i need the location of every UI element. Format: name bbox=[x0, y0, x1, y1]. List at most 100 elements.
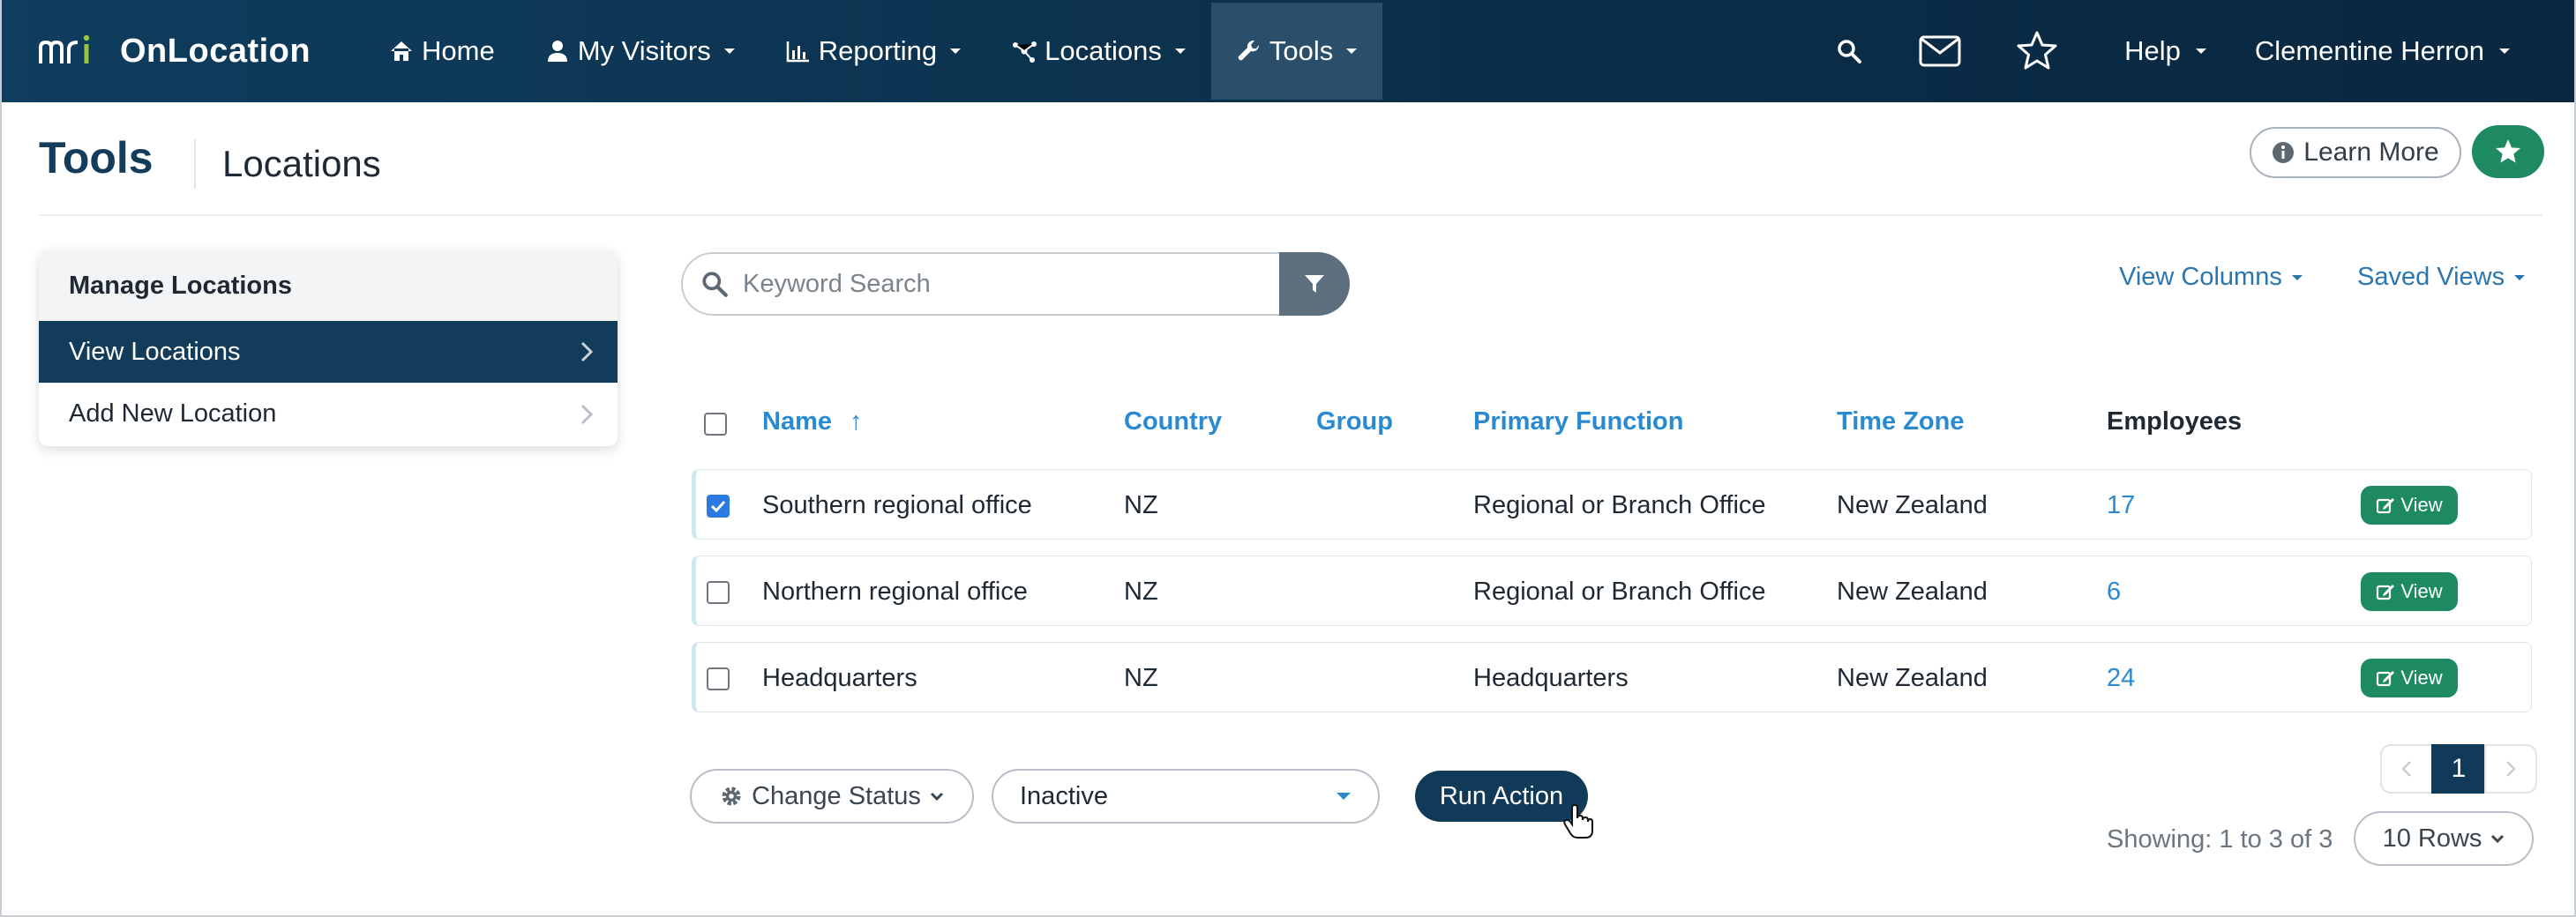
column-header-group[interactable]: Group bbox=[1316, 407, 1393, 436]
table-row[interactable]: Northern regional office NZ Regional or … bbox=[692, 555, 2532, 626]
nav-tools[interactable]: Tools bbox=[1210, 3, 1383, 100]
main-nav: Home My Visitors Reporting Locations Too… bbox=[363, 0, 1383, 102]
brand[interactable]: OnLocation bbox=[37, 33, 346, 71]
nav-my-visitors-label: My Visitors bbox=[577, 35, 711, 66]
status-select-value: Inactive bbox=[1020, 781, 1108, 810]
help-label: Help bbox=[2124, 35, 2181, 66]
view-row-button[interactable]: View bbox=[2361, 486, 2458, 525]
sidebar-panel: Manage Locations View Locations Add New … bbox=[39, 250, 618, 446]
header-divider bbox=[39, 214, 2542, 216]
showing-count: Showing: 1 to 3 of 3 bbox=[2107, 825, 2333, 854]
table-row[interactable]: Headquarters NZ Headquarters New Zealand… bbox=[692, 642, 2532, 712]
brand-name: OnLocation bbox=[120, 32, 311, 70]
sidebar-item-label: View Locations bbox=[69, 337, 241, 366]
status-select[interactable]: Inactive bbox=[992, 769, 1380, 824]
favorites-button[interactable] bbox=[1988, 0, 2086, 102]
row-checkbox[interactable] bbox=[707, 495, 730, 518]
cell-primary-function: Regional or Branch Office bbox=[1473, 578, 1766, 606]
cell-name: Southern regional office bbox=[762, 491, 1032, 519]
column-header-employees: Employees bbox=[2107, 407, 2243, 436]
home-icon bbox=[391, 41, 412, 61]
user-menu[interactable]: Clementine Herron bbox=[2241, 0, 2574, 102]
chevron-down-icon bbox=[1174, 48, 1186, 54]
cell-name: Northern regional office bbox=[762, 578, 1028, 606]
chevron-down-icon bbox=[1337, 793, 1351, 800]
rows-per-page-label: 10 Rows bbox=[2382, 824, 2482, 853]
row-checkbox[interactable] bbox=[707, 667, 730, 690]
column-header-country[interactable]: Country bbox=[1124, 407, 1222, 436]
saved-views-label: Saved Views bbox=[2357, 263, 2505, 291]
table-row[interactable]: Southern regional office NZ Regional or … bbox=[692, 469, 2532, 540]
rows-per-page-button[interactable]: 10 Rows bbox=[2354, 811, 2534, 866]
nav-locations-label: Locations bbox=[1045, 35, 1162, 66]
view-row-button[interactable]: View bbox=[2361, 572, 2458, 611]
user-name: Clementine Herron bbox=[2254, 35, 2484, 66]
pagination-prev-button[interactable] bbox=[2380, 744, 2433, 794]
keyword-search-input[interactable] bbox=[743, 269, 1237, 299]
chevron-down-icon bbox=[1346, 48, 1358, 54]
search-icon bbox=[1838, 40, 1862, 63]
cell-time-zone: New Zealand bbox=[1837, 664, 1988, 692]
chevron-left-icon bbox=[2401, 761, 2411, 777]
cell-time-zone: New Zealand bbox=[1837, 578, 1988, 606]
chevron-down-icon bbox=[2291, 274, 2303, 280]
cell-employees-link[interactable]: 24 bbox=[2107, 664, 2135, 693]
cell-primary-function: Headquarters bbox=[1473, 664, 1629, 692]
page-subtitle: Locations bbox=[222, 143, 381, 184]
user-icon bbox=[547, 41, 567, 62]
sidebar-item-add-new-location[interactable]: Add New Location bbox=[39, 383, 618, 444]
column-header-time-zone[interactable]: Time Zone bbox=[1837, 407, 1965, 436]
help-menu[interactable]: Help bbox=[2086, 0, 2241, 102]
add-favorite-button[interactable] bbox=[2472, 125, 2544, 178]
nav-reporting-label: Reporting bbox=[818, 35, 938, 66]
chevron-down-icon bbox=[2499, 48, 2510, 54]
nav-my-visitors[interactable]: My Visitors bbox=[520, 3, 760, 100]
view-columns-dropdown[interactable]: View Columns bbox=[2119, 263, 2303, 292]
sidebar-heading: Manage Locations bbox=[39, 250, 618, 321]
view-columns-label: View Columns bbox=[2119, 263, 2282, 291]
pagination-next-button[interactable] bbox=[2484, 744, 2537, 794]
cell-name: Headquarters bbox=[762, 664, 917, 692]
title-divider bbox=[194, 139, 196, 189]
checkmark-icon bbox=[710, 500, 726, 513]
star-icon bbox=[2496, 139, 2520, 163]
wrench-icon bbox=[1238, 40, 1259, 61]
mri-logo-icon bbox=[39, 34, 90, 63]
filter-icon bbox=[1305, 275, 1324, 293]
select-all-checkbox[interactable] bbox=[704, 413, 727, 436]
cell-employees-link[interactable]: 17 bbox=[2107, 491, 2135, 520]
saved-views-dropdown[interactable]: Saved Views bbox=[2357, 263, 2526, 292]
sidebar-item-view-locations[interactable]: View Locations bbox=[39, 321, 618, 383]
nav-reporting[interactable]: Reporting bbox=[760, 3, 986, 100]
row-checkbox[interactable] bbox=[707, 581, 730, 604]
cell-country: NZ bbox=[1124, 491, 1158, 519]
search-button[interactable] bbox=[1807, 0, 1891, 102]
star-icon bbox=[2017, 31, 2057, 70]
search-icon bbox=[702, 272, 728, 297]
pagination-page-1[interactable]: 1 bbox=[2431, 744, 2486, 794]
network-icon bbox=[1013, 41, 1037, 63]
cell-country: NZ bbox=[1124, 578, 1158, 606]
chevron-right-icon bbox=[580, 404, 593, 424]
chevron-down-icon bbox=[2491, 834, 2505, 844]
view-row-button[interactable]: View bbox=[2361, 659, 2458, 697]
messages-button[interactable] bbox=[1891, 0, 1988, 102]
chevron-down-icon bbox=[950, 48, 962, 54]
filter-button[interactable] bbox=[1279, 252, 1350, 316]
column-header-name[interactable]: Name ↑ bbox=[762, 407, 863, 436]
edit-icon bbox=[2377, 498, 2395, 514]
cell-employees-link[interactable]: 6 bbox=[2107, 578, 2121, 607]
chevron-right-icon bbox=[580, 341, 593, 362]
gear-icon bbox=[722, 787, 741, 806]
learn-more-button[interactable]: Learn More bbox=[2250, 127, 2461, 178]
nav-home[interactable]: Home bbox=[363, 3, 520, 100]
change-status-label: Change Status bbox=[752, 781, 921, 810]
run-action-button[interactable]: Run Action bbox=[1415, 771, 1588, 822]
chevron-down-icon bbox=[2514, 274, 2526, 280]
search-box bbox=[681, 252, 1281, 316]
column-header-primary-function[interactable]: Primary Function bbox=[1473, 407, 1684, 436]
change-status-button[interactable]: Change Status bbox=[690, 769, 974, 824]
nav-locations[interactable]: Locations bbox=[986, 3, 1211, 100]
sort-ascending-icon: ↑ bbox=[850, 407, 863, 436]
cell-primary-function: Regional or Branch Office bbox=[1473, 491, 1766, 519]
